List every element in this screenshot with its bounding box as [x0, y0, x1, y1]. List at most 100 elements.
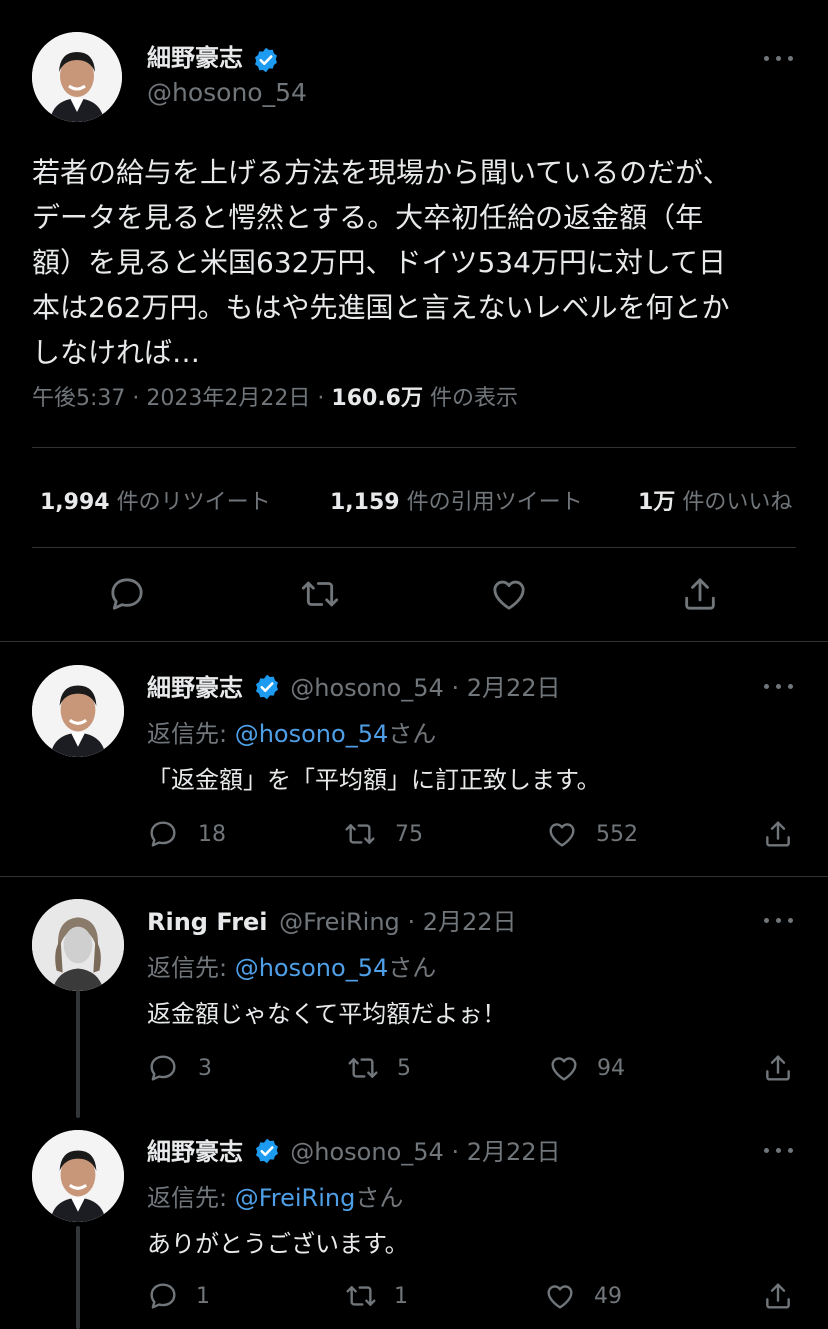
like-count: 94 — [597, 1056, 625, 1081]
author-name[interactable]: 細野豪志 — [147, 674, 243, 702]
quotes-label: 件の引用ツイート — [406, 490, 583, 515]
thread-line — [76, 990, 80, 1118]
likes-label: 件のいいね — [682, 490, 793, 515]
retweet-icon[interactable] — [346, 1052, 380, 1084]
separator-dot: · — [451, 1138, 460, 1166]
tweet-date[interactable]: 2023年2月22日 — [146, 386, 310, 411]
author-handle[interactable]: @hosono_54 — [290, 674, 444, 702]
author-handle[interactable]: @hosono_54 — [290, 1138, 444, 1166]
share-icon[interactable] — [680, 574, 720, 614]
replying-to: 返信先: @FreiRingさん — [147, 1178, 403, 1213]
author-name[interactable]: Ring Frei — [147, 908, 268, 936]
author-handle[interactable]: @FreiRing — [279, 908, 400, 936]
retweet-icon[interactable] — [344, 1280, 378, 1312]
reply-icon[interactable] — [147, 1052, 179, 1084]
reply-text: ありがとうございます。 — [147, 1230, 409, 1258]
divider — [32, 447, 796, 448]
like-count: 49 — [594, 1284, 622, 1309]
tweet-text-line: 本は262万円。もはや先進国と言えないレベルを何とか — [32, 291, 730, 324]
replying-to-handle[interactable]: @hosono_54 — [235, 720, 389, 748]
person-avatar-icon — [32, 32, 122, 122]
like-icon[interactable] — [546, 818, 578, 850]
tweet-text: 若者の給与を上げる方法を現場から聞いているのだが、 データを見ると愕然とする。大… — [32, 150, 802, 375]
retweet-icon[interactable] — [343, 818, 377, 850]
retweet-count: 75 — [395, 822, 423, 847]
share-icon[interactable] — [762, 1052, 794, 1084]
replying-to: 返信先: @hosono_54さん — [147, 948, 436, 983]
separator-dot: · — [451, 674, 460, 702]
retweet-count: 1 — [394, 1284, 408, 1309]
reply-icon[interactable] — [147, 1280, 179, 1312]
reply-date[interactable]: 2月22日 — [423, 908, 517, 936]
reply-icon[interactable] — [147, 818, 179, 850]
tweet-text-line: データを見ると愕然とする。大卒初任給の返金額（年 — [32, 201, 704, 234]
share-icon[interactable] — [762, 818, 794, 850]
like-count: 552 — [596, 822, 638, 847]
person-avatar-icon — [32, 899, 124, 991]
author-handle[interactable]: @hosono_54 — [147, 78, 307, 107]
tweet-time[interactable]: 午後5:37 — [32, 386, 125, 411]
tweet-meta: 午後5:37 · 2023年2月22日 · 160.6万 件の表示 — [32, 380, 518, 412]
avatar[interactable] — [32, 1130, 124, 1222]
replying-to-prefix: 返信先: — [147, 720, 235, 748]
author-name[interactable]: 細野豪志 — [147, 1138, 243, 1166]
likes-stat[interactable]: 1万 件のいいね — [638, 484, 792, 516]
quotes-count: 1,159 — [330, 490, 400, 515]
more-options-icon[interactable] — [762, 1142, 796, 1158]
share-icon[interactable] — [762, 1280, 794, 1312]
reply-text: 「返金額」を「平均額」に訂正致します。 — [147, 766, 601, 794]
views-count: 160.6万 — [331, 386, 423, 411]
tweet-text-line: 若者の給与を上げる方法を現場から聞いているのだが、 — [32, 156, 731, 189]
like-icon[interactable] — [548, 1052, 580, 1084]
reply-header: 細野豪志 @hosono_54 · 2月22日 — [147, 668, 561, 703]
more-options-icon[interactable] — [762, 678, 796, 694]
reply-icon[interactable] — [107, 574, 147, 614]
author-name[interactable]: 細野豪志 — [147, 44, 243, 72]
retweets-stat[interactable]: 1,994 件のリツイート — [40, 490, 271, 515]
avatar[interactable] — [32, 899, 124, 991]
divider — [0, 876, 828, 877]
replying-to-prefix: 返信先: — [147, 954, 235, 982]
retweet-icon[interactable] — [299, 574, 341, 614]
engagement-stats: 1,994 件のリツイート — [40, 484, 271, 516]
replying-to-suffix: さん — [388, 954, 437, 982]
more-options-icon[interactable] — [762, 50, 796, 66]
separator-dot: · — [407, 908, 416, 936]
retweet-count: 5 — [397, 1056, 411, 1081]
reply-count: 18 — [198, 822, 226, 847]
quotes-stat[interactable]: 1,159 件の引用ツイート — [330, 484, 583, 516]
replying-to-suffix: さん — [388, 720, 437, 748]
retweets-label: 件のリツイート — [116, 490, 271, 515]
like-icon[interactable] — [544, 1280, 576, 1312]
thread-line — [76, 1226, 80, 1329]
reply-date[interactable]: 2月22日 — [467, 1138, 561, 1166]
divider — [32, 547, 796, 548]
avatar[interactable] — [32, 665, 124, 757]
reply-count: 3 — [198, 1056, 212, 1081]
verified-badge-icon — [255, 1138, 278, 1164]
person-avatar-icon — [32, 1130, 124, 1222]
person-avatar-icon — [32, 665, 124, 757]
views-label: 件の表示 — [429, 386, 518, 411]
replying-to-handle[interactable]: @FreiRing — [235, 1184, 356, 1212]
verified-badge-icon — [255, 47, 278, 72]
more-options-icon[interactable] — [762, 912, 796, 928]
author-row: 細野豪志 — [147, 38, 280, 72]
tweet-text-line: しなければ… — [32, 336, 201, 369]
separator-dot: · — [317, 386, 325, 411]
replying-to-prefix: 返信先: — [147, 1184, 235, 1212]
verified-badge-icon — [255, 674, 278, 700]
replying-to-suffix: さん — [355, 1184, 404, 1212]
retweets-count: 1,994 — [40, 490, 110, 515]
avatar[interactable] — [32, 32, 122, 122]
divider — [0, 641, 828, 642]
reply-header: 細野豪志 @hosono_54 · 2月22日 — [147, 1132, 561, 1167]
replying-to-handle[interactable]: @hosono_54 — [235, 954, 389, 982]
reply-count: 1 — [196, 1284, 210, 1309]
tweet-text-line: 額）を見ると米国632万円、ドイツ534万円に対して日 — [32, 246, 727, 279]
like-icon[interactable] — [489, 574, 529, 614]
separator-dot: · — [132, 386, 140, 411]
likes-count: 1万 — [638, 490, 676, 515]
reply-date[interactable]: 2月22日 — [467, 674, 561, 702]
reply-text: 返金額じゃなくて平均額だよぉ！ — [147, 1000, 507, 1028]
